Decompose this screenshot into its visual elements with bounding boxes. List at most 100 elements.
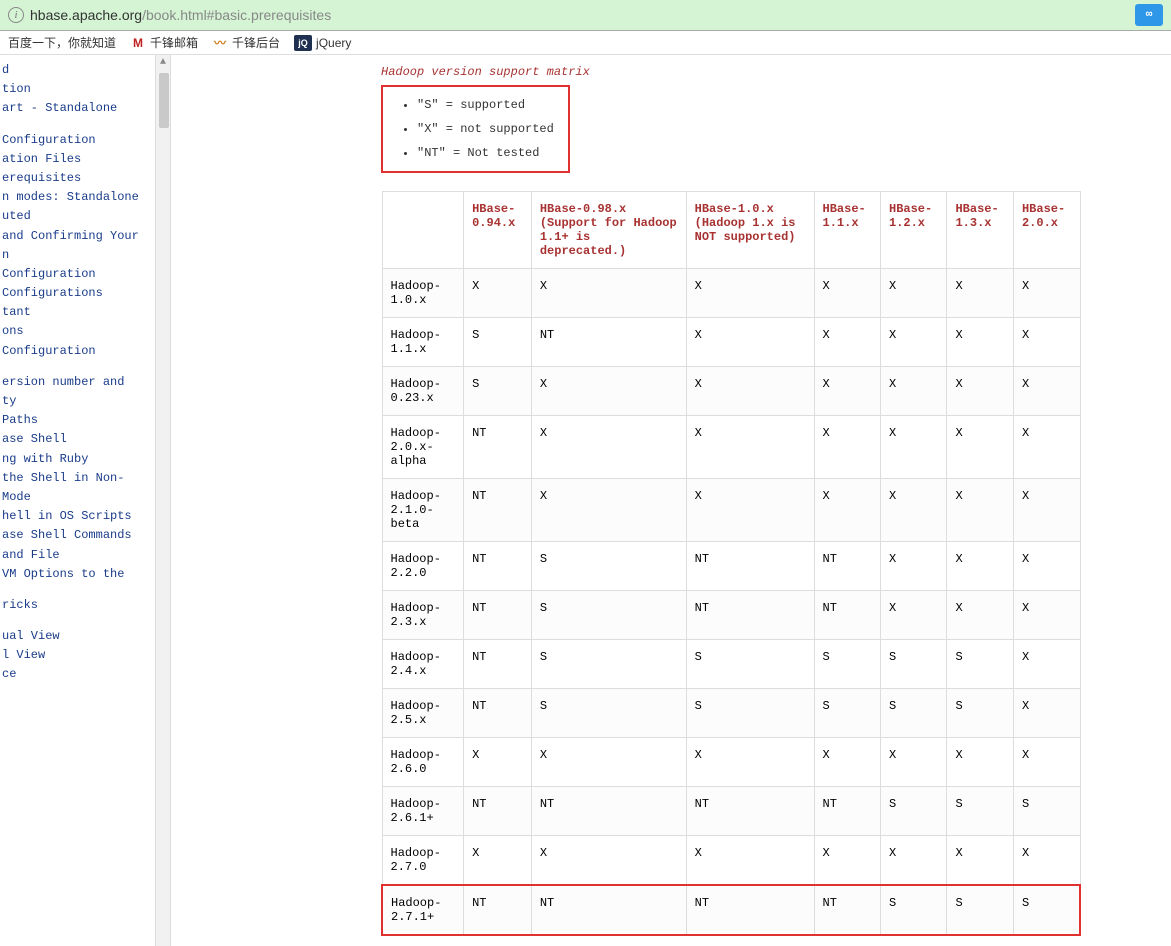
table-row: Hadoop-2.1.0-betaNTXXXXXX [382, 479, 1080, 542]
data-cell: S [686, 689, 814, 738]
data-cell: S [814, 640, 880, 689]
table-wrapper: HBase-0.94.xHBase-0.98.x (Support for Ha… [381, 191, 1131, 936]
sidebar-link[interactable]: ce [0, 665, 151, 684]
bookmark-icon: jQ [294, 35, 312, 51]
table-row: Hadoop-2.5.xNTSSSSSX [382, 689, 1080, 738]
data-cell: NT [814, 591, 880, 640]
data-cell: S [881, 885, 947, 935]
bookmark-jquery[interactable]: jQ jQuery [294, 35, 351, 51]
table-header-cell: HBase-1.1.x [814, 192, 880, 269]
scroll-up-icon[interactable]: ▲ [156, 55, 170, 71]
data-cell: X [531, 367, 686, 416]
table-row: Hadoop-2.6.0XXXXXXX [382, 738, 1080, 787]
url-bar: i hbase.apache.org/book.html#basic.prere… [0, 0, 1171, 31]
table-header-cell: HBase-1.2.x [881, 192, 947, 269]
data-cell: X [947, 367, 1013, 416]
row-label-cell: Hadoop-2.4.x [382, 640, 464, 689]
bookmark-qianfeng-admin[interactable]: 〰 千锋后台 [212, 34, 280, 51]
sidebar-link[interactable]: Configuration [0, 131, 151, 150]
main-layout: dtionart - StandaloneConfigurationation … [0, 55, 1171, 946]
sidebar-link[interactable]: Configurations [0, 284, 151, 303]
data-cell: X [881, 542, 947, 591]
support-matrix-table: HBase-0.94.xHBase-0.98.x (Support for Ha… [381, 191, 1081, 936]
bookmark-icon: M [130, 35, 146, 51]
data-cell: NT [814, 787, 880, 836]
sidebar-link[interactable]: ng with Ruby [0, 450, 151, 469]
legend-item: "X" = not supported [417, 117, 554, 141]
data-cell: X [1013, 836, 1080, 886]
sidebar-link[interactable]: Mode [0, 488, 151, 507]
sidebar-link[interactable]: l View [0, 646, 151, 665]
data-cell: X [814, 416, 880, 479]
sidebar-scrollbar[interactable]: ▲ [155, 55, 171, 946]
bookmark-icon: 〰 [212, 35, 228, 51]
sidebar-link[interactable]: and Confirming Your [0, 227, 151, 246]
data-cell: S [464, 367, 532, 416]
data-cell: S [947, 885, 1013, 935]
sidebar-link[interactable]: ersion number and [0, 373, 151, 392]
sidebar-link[interactable]: ase Shell [0, 430, 151, 449]
data-cell: S [947, 640, 1013, 689]
data-cell: NT [464, 689, 532, 738]
sidebar-link[interactable]: ase Shell Commands [0, 526, 151, 545]
url-text[interactable]: hbase.apache.org/book.html#basic.prerequ… [30, 7, 331, 23]
sidebar-link[interactable]: ation Files [0, 150, 151, 169]
data-cell: X [1013, 542, 1080, 591]
sidebar-link[interactable]: d [0, 61, 151, 80]
bookmark-label: jQuery [316, 36, 351, 50]
data-cell: X [947, 836, 1013, 886]
bookmark-baidu[interactable]: 百度一下，你就知道 [8, 34, 116, 51]
data-cell: X [1013, 591, 1080, 640]
scroll-thumb[interactable] [159, 73, 169, 128]
sidebar-link[interactable]: Configuration [0, 342, 151, 361]
row-label-cell: Hadoop-1.1.x [382, 318, 464, 367]
content-area: Hadoop version support matrix "S" = supp… [171, 55, 1171, 946]
data-cell: S [881, 640, 947, 689]
sidebar-link[interactable]: hell in OS Scripts [0, 507, 151, 526]
sidebar-link[interactable]: uted [0, 207, 151, 226]
sidebar-link[interactable]: n [0, 246, 151, 265]
bookmark-qianfeng-mail[interactable]: M 千锋邮箱 [130, 34, 198, 51]
sidebar-link[interactable]: n modes: Standalone [0, 188, 151, 207]
data-cell: X [531, 416, 686, 479]
data-cell: X [531, 479, 686, 542]
sidebar-link[interactable]: Paths [0, 411, 151, 430]
data-cell: S [686, 640, 814, 689]
row-label-cell: Hadoop-0.23.x [382, 367, 464, 416]
data-cell: X [464, 738, 532, 787]
sidebar-link[interactable]: and File [0, 546, 151, 565]
table-header-row: HBase-0.94.xHBase-0.98.x (Support for Ha… [382, 192, 1080, 269]
data-cell: S [1013, 787, 1080, 836]
info-icon[interactable]: i [8, 7, 24, 23]
sidebar-link[interactable]: tant [0, 303, 151, 322]
sidebar-link[interactable]: VM Options to the [0, 565, 151, 584]
sidebar-link[interactable]: ons [0, 322, 151, 341]
row-label-cell: Hadoop-2.0.x-alpha [382, 416, 464, 479]
data-cell: X [881, 367, 947, 416]
sidebar-link[interactable]: the Shell in Non- [0, 469, 151, 488]
data-cell: X [947, 318, 1013, 367]
data-cell: X [814, 479, 880, 542]
data-cell: X [947, 738, 1013, 787]
sidebar-link[interactable]: erequisites [0, 169, 151, 188]
data-cell: X [814, 367, 880, 416]
sidebar-link[interactable]: Configuration [0, 265, 151, 284]
table-row: Hadoop-2.3.xNTSNTNTXXX [382, 591, 1080, 640]
sidebar-link[interactable]: ual View [0, 627, 151, 646]
table-body: Hadoop-1.0.xXXXXXXXHadoop-1.1.xSNTXXXXXH… [382, 269, 1080, 936]
data-cell: S [531, 689, 686, 738]
row-label-cell: Hadoop-2.6.0 [382, 738, 464, 787]
sidebar-link[interactable]: tion [0, 80, 151, 99]
extension-icon[interactable]: ∞ [1135, 4, 1163, 26]
sidebar: dtionart - StandaloneConfigurationation … [0, 55, 155, 946]
sidebar-link[interactable]: ricks [0, 596, 151, 615]
sidebar-link[interactable]: ty [0, 392, 151, 411]
legend-item: "S" = supported [417, 93, 554, 117]
data-cell: S [531, 542, 686, 591]
table-header-cell: HBase-0.94.x [464, 192, 532, 269]
data-cell: X [881, 318, 947, 367]
legend-box: "S" = supported"X" = not supported"NT" =… [381, 85, 570, 173]
table-row: Hadoop-1.1.xSNTXXXXX [382, 318, 1080, 367]
sidebar-link[interactable]: art - Standalone [0, 99, 151, 118]
data-cell: X [1013, 416, 1080, 479]
